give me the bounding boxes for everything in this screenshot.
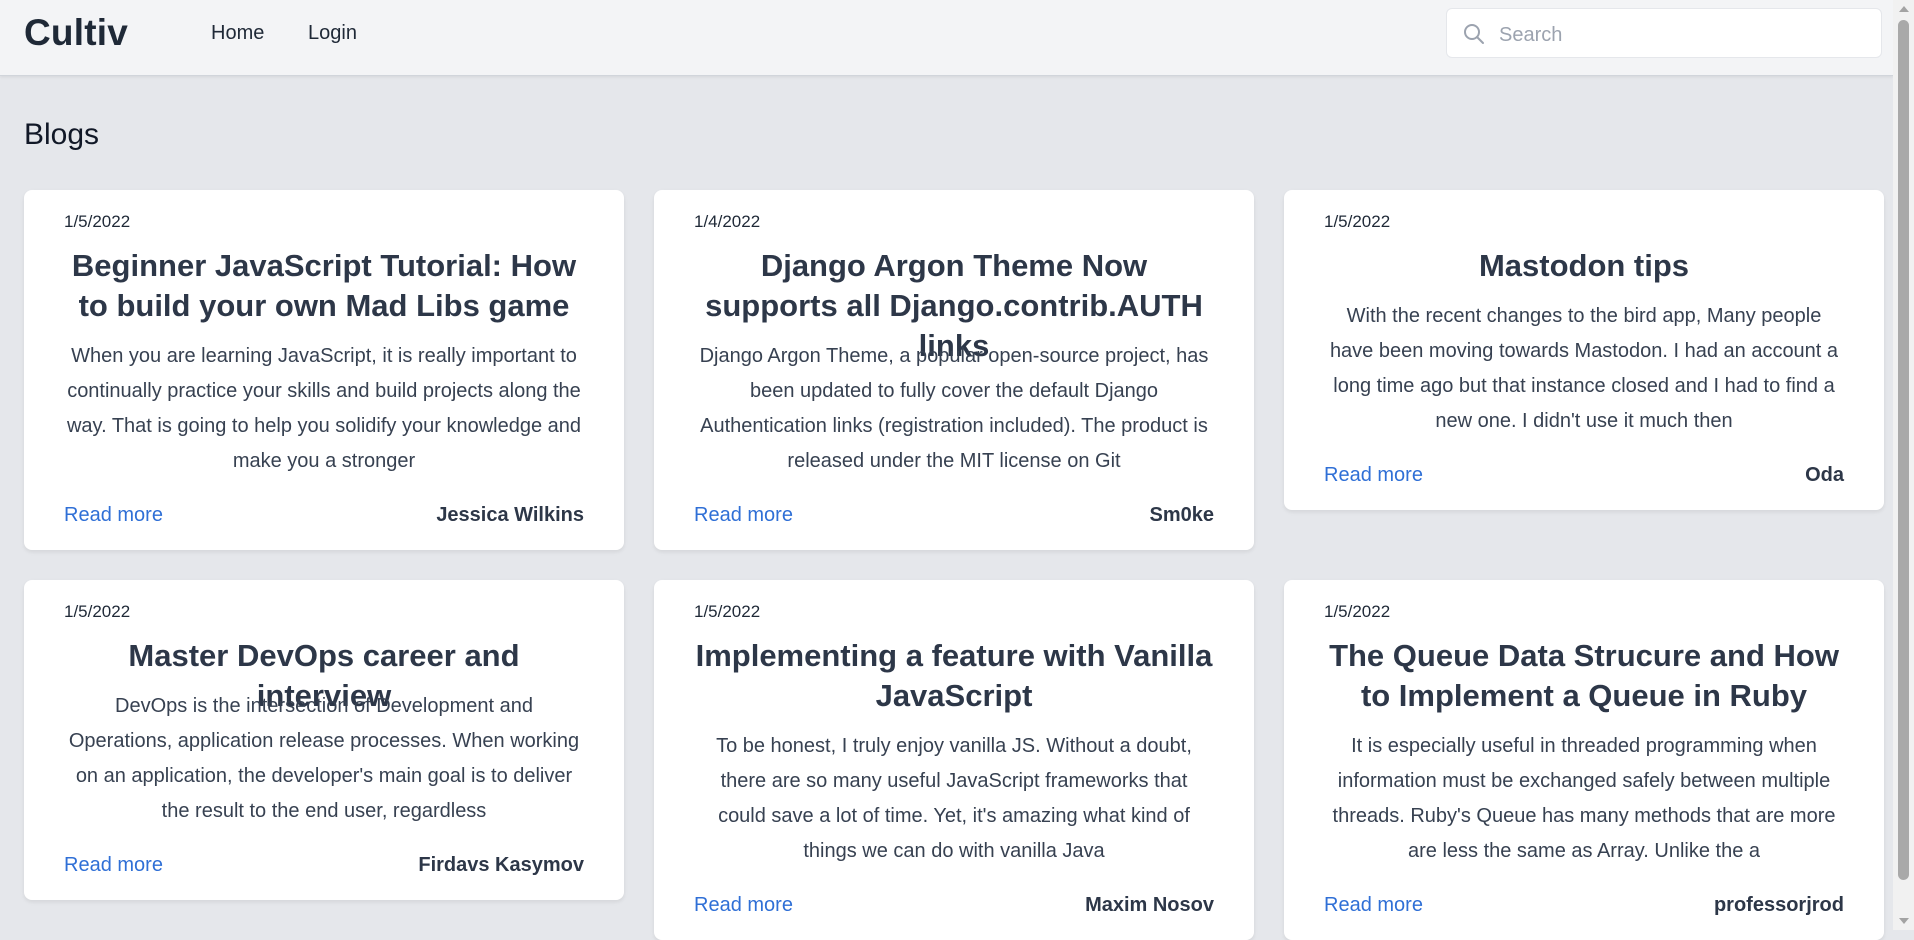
card-title[interactable]: Implementing a feature with Vanilla Java… xyxy=(694,636,1214,716)
read-more-link[interactable]: Read more xyxy=(64,854,163,877)
blog-card: 1/5/2022 Master DevOps career and interv… xyxy=(24,580,624,900)
card-excerpt: When you are learning JavaScript, it is … xyxy=(66,345,581,472)
scrollbar-thumb[interactable] xyxy=(1898,20,1909,880)
card-title[interactable]: Mastodon tips xyxy=(1324,246,1844,286)
card-author: Firdavs Kasymov xyxy=(418,854,584,876)
read-more-link[interactable]: Read more xyxy=(64,504,163,527)
read-more-link[interactable]: Read more xyxy=(1324,894,1423,917)
scroll-down-arrow-icon[interactable] xyxy=(1899,918,1909,924)
card-date: 1/4/2022 xyxy=(694,212,761,231)
blog-card: 1/5/2022 Implementing a feature with Van… xyxy=(654,580,1254,940)
brand-logo[interactable]: Cultiv xyxy=(24,12,128,54)
top-navbar: Cultiv Home Login xyxy=(0,0,1893,76)
card-date: 1/5/2022 xyxy=(1324,212,1391,231)
card-date: 1/5/2022 xyxy=(1324,602,1391,621)
card-author: Maxim Nosov xyxy=(1085,894,1214,916)
card-title[interactable]: Beginner JavaScript Tutorial: How to bui… xyxy=(64,246,584,326)
nav-link-login[interactable]: Login xyxy=(308,22,357,45)
card-author: Sm0ke xyxy=(1149,504,1215,526)
card-date: 1/5/2022 xyxy=(64,602,131,621)
card-author: Jessica Wilkins xyxy=(436,504,584,526)
search-icon xyxy=(1464,24,1484,44)
card-date: 1/5/2022 xyxy=(694,602,761,621)
blog-card: 1/5/2022 The Queue Data Strucure and How… xyxy=(1284,580,1884,940)
card-author: Oda xyxy=(1805,464,1844,486)
card-excerpt: It is especially useful in threaded prog… xyxy=(1332,735,1836,862)
card-excerpt: Django Argon Theme, a popular open-sourc… xyxy=(699,345,1209,472)
blog-card: 1/4/2022 Django Argon Theme Now supports… xyxy=(654,190,1254,550)
card-excerpt: To be honest, I truly enjoy vanilla JS. … xyxy=(716,735,1192,862)
scroll-up-arrow-icon[interactable] xyxy=(1899,6,1909,12)
card-title[interactable]: The Queue Data Strucure and How to Imple… xyxy=(1324,636,1844,716)
card-excerpt: With the recent changes to the bird app,… xyxy=(1329,305,1839,432)
card-excerpt: DevOps is the intersection of Developmen… xyxy=(68,695,580,822)
blog-card: 1/5/2022 Beginner JavaScript Tutorial: H… xyxy=(24,190,624,550)
card-date: 1/5/2022 xyxy=(64,212,131,231)
nav-link-home[interactable]: Home xyxy=(211,22,264,45)
read-more-link[interactable]: Read more xyxy=(694,504,793,527)
vertical-scrollbar[interactable] xyxy=(1893,0,1914,930)
read-more-link[interactable]: Read more xyxy=(1324,464,1423,487)
search-box[interactable] xyxy=(1446,8,1882,58)
search-input[interactable] xyxy=(1497,19,1871,51)
card-author: professorjrod xyxy=(1713,894,1844,916)
blog-card: 1/5/2022 Mastodon tips With the recent c… xyxy=(1284,190,1884,510)
page-title: Blogs xyxy=(24,118,100,151)
read-more-link[interactable]: Read more xyxy=(694,894,793,917)
